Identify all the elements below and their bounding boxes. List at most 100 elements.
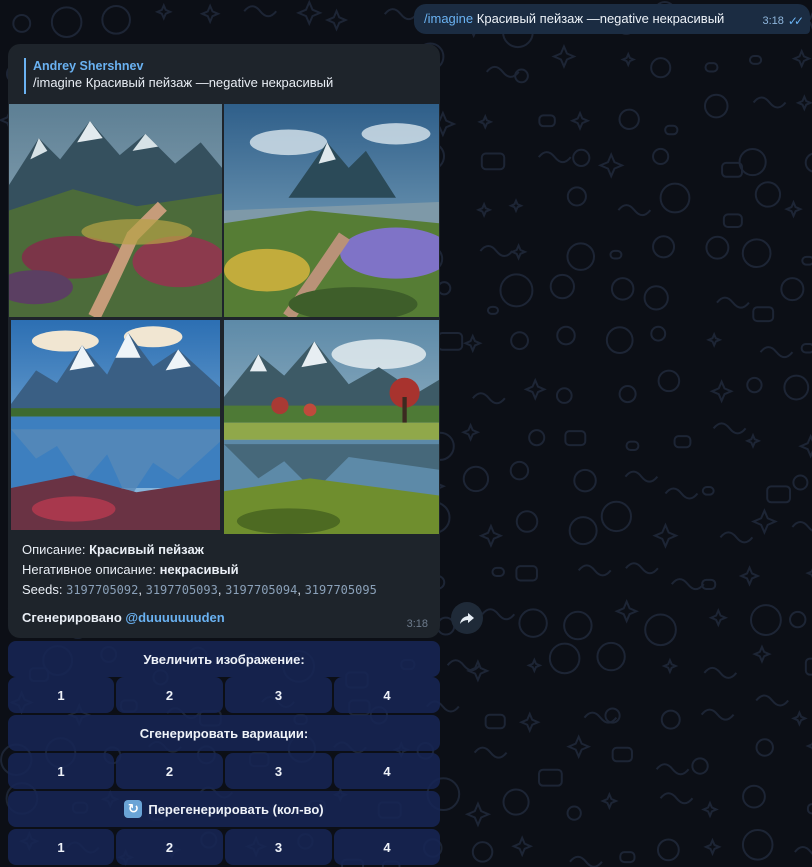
wallpaper-doodle (555, 387, 573, 404)
wallpaper-doodle (12, 14, 32, 33)
outgoing-time: 3:18 (762, 15, 784, 27)
wallpaper-doodle (806, 803, 812, 815)
wallpaper-doodle (701, 486, 715, 496)
mention-link[interactable]: @duuuuuuuden (125, 610, 224, 625)
reply-quote[interactable]: Andrey Shershnev /imagine Красивый пейза… (24, 58, 430, 94)
wallpaper-doodle (462, 465, 490, 493)
seeds-line: Seeds: 3197705092, 3197705093, 319770509… (22, 582, 377, 597)
wallpaper-doodle (600, 500, 632, 533)
seed-value[interactable]: 3197705095 (305, 583, 377, 597)
generated-image-2[interactable] (224, 104, 439, 317)
generated-image-4[interactable] (224, 320, 439, 534)
wallpaper-doodle (804, 152, 812, 173)
wallpaper-doodle (752, 644, 772, 664)
wallpaper-doodle (759, 346, 794, 359)
generated-image-1[interactable] (9, 104, 222, 317)
incoming-time: 3:18 (406, 618, 428, 630)
wallpaper-doodle (794, 846, 812, 855)
command-link[interactable]: /imagine (424, 11, 473, 26)
variation-1-button[interactable]: 1 (8, 753, 114, 789)
regenerate-3-button[interactable]: 3 (225, 829, 332, 865)
wallpaper-doodle (655, 763, 690, 776)
wallpaper-doodle (509, 243, 528, 261)
wallpaper-doodle (324, 8, 349, 32)
regenerate-header-button[interactable]: ↻ Перегенерировать (кол-во) (8, 791, 440, 827)
wallpaper-doodle (526, 657, 543, 674)
wallpaper-doodle (704, 62, 719, 73)
variations-header-button[interactable]: Сгенерировать вариации: (8, 715, 440, 751)
wallpaper-doodle (486, 305, 500, 315)
wallpaper-doodle (624, 470, 659, 483)
wallpaper-doodle (596, 641, 626, 672)
wallpaper-doodle (515, 565, 538, 582)
wallpaper-doodle (798, 433, 812, 459)
regenerate-2-button[interactable]: 2 (116, 829, 223, 865)
wallpaper-doodle (479, 245, 514, 258)
bot-message[interactable]: Andrey Shershnev /imagine Красивый пейза… (8, 44, 440, 638)
wallpaper-doodle (791, 710, 808, 727)
wallpaper-doodle (509, 460, 530, 481)
generated-image-3[interactable] (11, 320, 220, 530)
wallpaper-doodle (664, 124, 679, 136)
wallpaper-doodle (755, 694, 789, 707)
wallpaper-doodle (514, 68, 529, 84)
wallpaper-doodle (583, 711, 618, 724)
wallpaper-doodle (755, 738, 774, 757)
wallpaper-doodle (548, 642, 581, 675)
description-value: Красивый пейзаж (89, 542, 204, 557)
wallpaper-doodle (722, 213, 743, 228)
wallpaper-doodle (746, 376, 763, 394)
wallpaper-doodle (515, 510, 539, 533)
wallpaper-doodle (791, 48, 812, 69)
variation-2-button[interactable]: 2 (116, 753, 223, 789)
wallpaper-doodle (625, 440, 640, 451)
outgoing-message[interactable]: /imagine Красивый пейзаж —negative некра… (414, 4, 810, 34)
wallpaper-doodle (673, 435, 692, 449)
image-grid[interactable] (8, 104, 440, 534)
variation-4-button[interactable]: 4 (334, 753, 440, 789)
wallpaper-doodle (477, 113, 494, 130)
seed-value[interactable]: 3197705093 (146, 583, 218, 597)
wallpaper-doodle (508, 198, 524, 214)
wallpaper-doodle (703, 666, 738, 679)
wallpaper-doodle (464, 801, 492, 828)
wallpaper-doodle (568, 516, 598, 546)
wallpaper-doodle (566, 805, 582, 821)
regenerate-1-button[interactable]: 1 (8, 829, 114, 865)
wallpaper-doodle (670, 578, 705, 591)
wallpaper-doodle (742, 784, 766, 809)
wallpaper-doodle (471, 841, 494, 863)
upscale-header-button[interactable]: Увеличить изображение: (8, 641, 440, 677)
wallpaper-doodle (752, 306, 775, 323)
wallpaper-doodle (499, 273, 534, 308)
forward-button[interactable] (451, 602, 483, 634)
wallpaper-doodle (491, 566, 505, 577)
upscale-1-button[interactable]: 1 (8, 677, 114, 713)
wallpaper-doodle (478, 523, 504, 549)
forward-arrow-icon (460, 613, 474, 624)
upscale-4-button[interactable]: 4 (334, 677, 440, 713)
seed-value[interactable]: 3197705092 (66, 583, 138, 597)
seed-value[interactable]: 3197705094 (225, 583, 297, 597)
upscale-3-button[interactable]: 3 (225, 677, 332, 713)
upscale-2-button[interactable]: 2 (116, 677, 223, 713)
wallpaper-doodle (660, 709, 681, 730)
variation-3-button[interactable]: 3 (225, 753, 332, 789)
wallpaper-doodle (511, 835, 534, 858)
wallpaper-doodle (652, 235, 676, 259)
wallpaper-doodle (518, 608, 548, 638)
wallpaper-doodle (510, 331, 529, 351)
wallpaper-doodle (484, 713, 506, 730)
wallpaper-doodle (556, 325, 576, 346)
wallpaper-doodle (614, 598, 639, 624)
wallpaper-doodle (480, 152, 506, 171)
wallpaper-doodle (296, 0, 323, 27)
wallpaper-doodle (462, 333, 483, 354)
wallpaper-doodle (795, 94, 812, 112)
wallpaper-doodle (549, 273, 575, 300)
regenerate-4-button[interactable]: 4 (334, 829, 440, 865)
wallpaper-doodle (706, 331, 723, 348)
wallpaper-doodle (625, 562, 659, 575)
wallpaper-doodle (619, 851, 636, 864)
wallpaper-doodle (691, 757, 709, 775)
